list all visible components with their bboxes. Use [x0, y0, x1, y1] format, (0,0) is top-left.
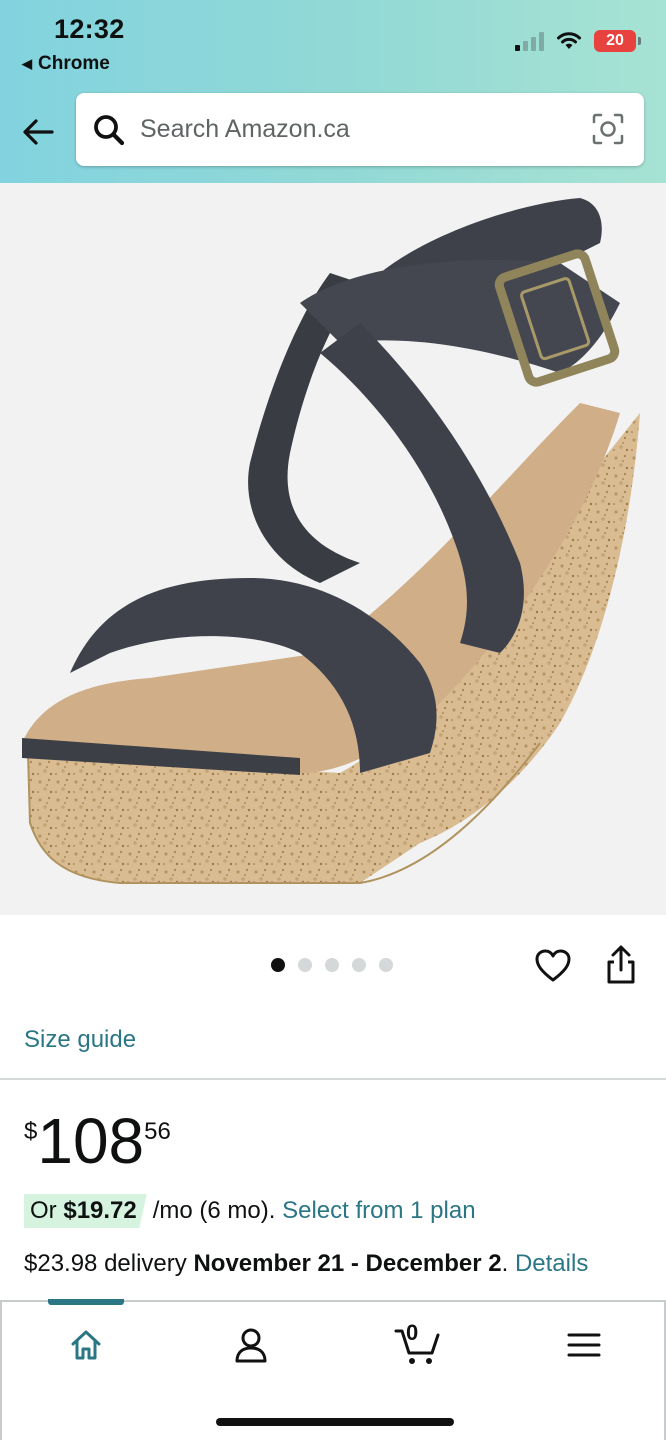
share-icon[interactable]: [603, 944, 639, 988]
home-indicator-bar: [216, 1418, 454, 1426]
home-icon: [71, 1330, 101, 1360]
heart-icon[interactable]: [533, 946, 573, 986]
carousel-dot[interactable]: [298, 958, 312, 972]
installment-term: /mo (6 mo).: [152, 1197, 276, 1224]
bottom-navigation: 0: [0, 1299, 666, 1440]
search-input[interactable]: [140, 107, 570, 151]
delivery-info: $23.98 delivery November 21 - December 2…: [24, 1250, 588, 1278]
back-arrow-icon[interactable]: [18, 112, 58, 152]
account-icon: [235, 1328, 267, 1363]
search-icon: [94, 115, 125, 146]
carousel-dot[interactable]: [379, 958, 393, 972]
price-whole: 108: [37, 1105, 145, 1177]
delivery-details-link[interactable]: Details: [515, 1250, 588, 1277]
nav-account[interactable]: [221, 1320, 281, 1370]
carousel-dot[interactable]: [352, 958, 366, 972]
product-image[interactable]: [0, 183, 666, 915]
status-indicators: 20: [515, 30, 641, 52]
status-time: 12:32: [54, 14, 125, 44]
carousel-dot[interactable]: [325, 958, 339, 972]
menu-icon: [567, 1333, 601, 1357]
size-guide-link[interactable]: Size guide: [24, 1026, 136, 1054]
installment-plan: Or $19.72 /mo (6 mo). Select from 1 plan: [24, 1194, 476, 1228]
back-to-app-link[interactable]: ◀ Chrome: [22, 53, 110, 75]
delivery-dates: November 21 - December 2: [193, 1250, 502, 1277]
delivery-price: $23.98 delivery: [24, 1250, 187, 1277]
section-divider: [0, 1078, 666, 1080]
installment-prefix: Or: [30, 1197, 57, 1224]
search-bar[interactable]: [76, 93, 644, 166]
price-currency-symbol: $: [24, 1118, 38, 1145]
delivery-period: .: [501, 1250, 509, 1277]
wifi-icon: [557, 32, 581, 49]
carousel-dot[interactable]: [271, 958, 285, 972]
installment-amount: $19.72: [63, 1197, 137, 1224]
nav-home[interactable]: [56, 1320, 116, 1370]
back-app-label: Chrome: [38, 53, 110, 74]
nav-menu[interactable]: [554, 1320, 614, 1370]
battery-level: 20: [606, 32, 624, 49]
app-header: 12:32 ◀ Chrome 20: [0, 0, 666, 183]
active-tab-indicator: [48, 1299, 124, 1305]
battery-icon: 20: [594, 30, 641, 52]
back-triangle-icon: ◀: [22, 56, 32, 71]
installment-badge: Or $19.72: [24, 1194, 147, 1228]
cellular-signal-icon: [515, 31, 544, 51]
price-fraction: 56: [144, 1118, 171, 1145]
select-plan-link[interactable]: Select from 1 plan: [282, 1197, 475, 1225]
wedge-sandal-image: [0, 183, 666, 915]
product-price: $ 108 56: [24, 1106, 171, 1176]
cart-count-badge: 0: [406, 1320, 419, 1345]
nav-cart[interactable]: 0: [387, 1320, 447, 1370]
camera-scan-icon[interactable]: [590, 111, 626, 147]
image-carousel-dots[interactable]: [271, 958, 393, 972]
